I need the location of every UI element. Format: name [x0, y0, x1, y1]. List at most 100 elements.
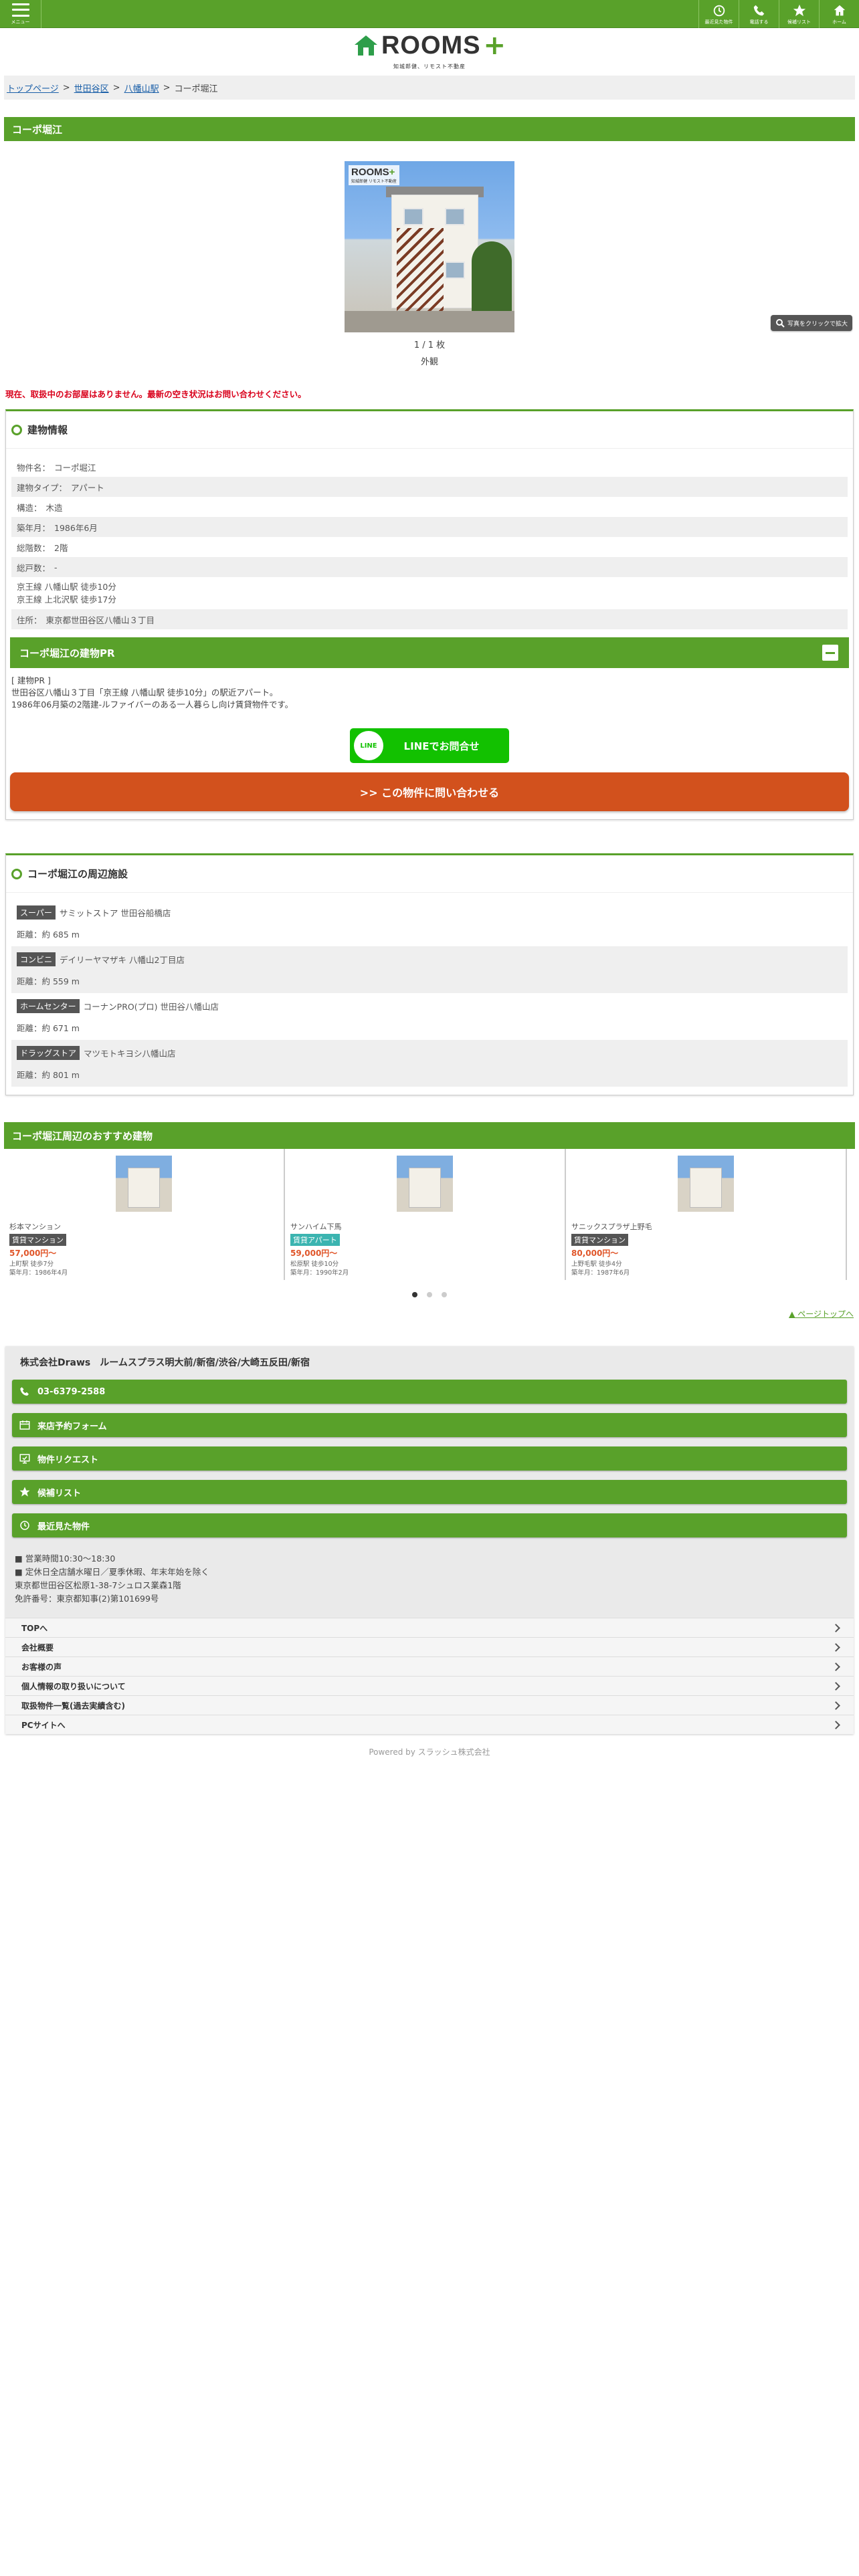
footer-link-pc-site[interactable]: PCサイトへ — [5, 1715, 854, 1734]
info-row-access: 京王線 八幡山駅 徒歩10分 京王線 上北沢駅 徒歩17分 — [11, 577, 848, 609]
footer-link-company[interactable]: 会社概要 — [5, 1637, 854, 1656]
chevron-right-icon — [832, 1624, 840, 1632]
visit-reservation-button[interactable]: 来店予約フォーム — [12, 1413, 847, 1438]
page-top: ▲ ページトップへ — [0, 1308, 854, 1319]
breadcrumb-separator: > — [62, 82, 70, 93]
zoom-label: 写真をクリックで拡大 — [787, 320, 848, 328]
facility-category: ホームセンター — [17, 998, 80, 1013]
line-icon: LINE — [354, 731, 383, 761]
facility-distance: 距離：約 559 m — [17, 976, 80, 986]
carousel-dot[interactable] — [412, 1292, 417, 1298]
calendar-icon — [19, 1420, 30, 1430]
photo-caption: 外観 — [420, 357, 438, 367]
line-contact-label: LINEでお問合せ — [403, 740, 480, 752]
facility-name: デイリーヤマザキ 八幡山2丁目店 — [60, 954, 185, 965]
facility-item: スーパー サミットストア 世田谷船橋店 距離：約 685 m — [11, 899, 848, 946]
recommend-name: 杉本マンション — [9, 1222, 61, 1232]
info-row-units: 総戸数： - — [11, 557, 848, 577]
page-title: コーポ堀江 — [4, 117, 855, 141]
recommend-carousel[interactable]: 杉本マンション 賃貸マンション 57,000円〜 上町駅 徒歩7分 築年月：198… — [4, 1149, 855, 1281]
building-photo[interactable]: ROOMS+ 知城郎健 リモスト不動産 — [345, 161, 514, 332]
recommend-card[interactable]: 杉本マンション 賃貸マンション 57,000円〜 上町駅 徒歩7分 築年月：198… — [4, 1149, 285, 1281]
recommend-price: 59,000円〜 — [290, 1249, 338, 1259]
nearby-facilities-box: コーポ堀江の周辺施設 スーパー サミットストア 世田谷船橋店 距離：約 685 m… — [5, 853, 854, 1096]
recommend-built: 築年月：1990年2月 — [290, 1269, 349, 1277]
home-button[interactable]: ホーム — [819, 0, 859, 28]
availability-notice: 現在、取扱中のお部屋はありません。最新の空き状況はお問い合わせください。 — [5, 389, 306, 399]
favorites-button[interactable]: 候補リスト — [779, 0, 819, 28]
facilities-heading: コーポ堀江の周辺施設 — [27, 868, 128, 881]
facility-item: コンビニ デイリーヤマザキ 八幡山2丁目店 距離：約 559 m — [11, 946, 848, 994]
recent-viewed-label: 最近見た物件 — [704, 19, 733, 25]
footer-links: TOPへ 会社概要 お客様の声 個人情報の取り扱いについて 取扱物件一覧(過去実… — [5, 1618, 854, 1735]
access-line-2: 京王線 上北沢駅 徒歩17分 — [17, 595, 116, 605]
breadcrumb-separator: > — [112, 82, 120, 93]
property-request-button[interactable]: 物件リクエスト — [12, 1446, 847, 1471]
chevron-right-icon — [832, 1682, 840, 1691]
info-row-floors: 総階数： 2階 — [17, 542, 68, 553]
request-icon — [19, 1454, 30, 1464]
history-icon — [20, 1521, 29, 1531]
site-logo[interactable]: ROOMS + 知城郎健、リモスト不動産 — [353, 30, 506, 70]
menu-button[interactable]: メニュー — [0, 0, 41, 28]
recommend-built: 築年月：1987年6月 — [571, 1269, 630, 1277]
menu-label: メニュー — [11, 19, 30, 25]
inquiry-button[interactable]: >> この物件に問い合わせる — [10, 772, 849, 812]
pr-text: [ 建物PR ] 世田谷区八幡山３丁目「京王線 八幡山駅 徒歩10分」の駅近アパ… — [11, 675, 294, 710]
business-info: ■ 営業時間10:30〜18:30 ■ 定休日全店舗水曜日／夏季休暇、年末年始を… — [15, 1553, 209, 1604]
carousel-dot[interactable] — [442, 1292, 447, 1298]
phone-button[interactable]: 03-6379-2588 — [12, 1380, 847, 1404]
chevron-right-icon — [832, 1721, 840, 1729]
facility-item: ホームセンター コーナンPRO(プロ) 世田谷八幡山店 距離：約 671 m — [11, 993, 848, 1040]
line-contact-button[interactable]: LINE LINEでお問合せ — [350, 728, 509, 764]
recommend-name: サンハイム下馬 — [290, 1222, 342, 1232]
recommend-price: 80,000円〜 — [571, 1249, 619, 1259]
favorites-list-button[interactable]: 候補リスト — [12, 1480, 847, 1505]
breadcrumb-ward-link[interactable]: 世田谷区 — [74, 82, 109, 94]
page-top-link[interactable]: ▲ ページトップへ — [789, 1309, 854, 1319]
recent-viewed-button[interactable]: 最近見た物件 — [698, 0, 739, 28]
recently-viewed-button[interactable]: 最近見た物件 — [12, 1513, 847, 1538]
facility-distance: 距離：約 671 m — [17, 1023, 80, 1033]
home-icon — [834, 5, 845, 15]
hamburger-icon — [11, 3, 29, 17]
star-icon — [793, 4, 805, 16]
info-row-name: 物件名： コーポ堀江 — [17, 462, 96, 473]
footer-link-top[interactable]: TOPへ — [5, 1618, 854, 1637]
zoom-photo-button[interactable]: 写真をクリックで拡大 — [771, 315, 852, 331]
recommend-type-badge: 賃貸マンション — [571, 1234, 628, 1247]
collapse-icon[interactable] — [822, 645, 838, 661]
footer-link-properties[interactable]: 取扱物件一覧(過去実績含む) — [5, 1695, 854, 1715]
breadcrumb-home-link[interactable]: トップページ — [7, 82, 59, 94]
recently-viewed-label: 最近見た物件 — [37, 1521, 90, 1532]
star-icon — [19, 1487, 30, 1497]
recommend-built: 築年月：1986年4月 — [9, 1269, 68, 1277]
facility-name: コーナンPRO(プロ) 世田谷八幡山店 — [83, 1001, 219, 1012]
company-name: 株式会社Draws ルームスプラス明大前/新宿/渋谷/大崎五反田/新宿 — [20, 1358, 310, 1369]
facility-name: マツモトキヨシ八幡山店 — [84, 1048, 176, 1059]
facility-category: コンビニ — [17, 952, 56, 966]
facility-name: サミットストア 世田谷船橋店 — [59, 907, 171, 918]
logo-word: ROOMS — [381, 31, 481, 60]
footer: 株式会社Draws ルームスプラス明大前/新宿/渋谷/大崎五反田/新宿 03-6… — [5, 1346, 854, 1735]
carousel-dot[interactable] — [427, 1292, 432, 1298]
footer-link-reviews[interactable]: お客様の声 — [5, 1656, 854, 1676]
call-button[interactable]: 電話する — [739, 0, 779, 28]
footer-link-privacy[interactable]: 個人情報の取り扱いについて — [5, 1676, 854, 1695]
recommend-card[interactable]: サニックスプラザ上野毛 賃貸マンション 80,000円〜 上野毛駅 徒歩4分 築年… — [566, 1149, 847, 1281]
pr-accordion-header[interactable]: コーポ堀江の建物PR — [10, 637, 849, 668]
phone-number: 03-6379-2588 — [37, 1386, 106, 1397]
history-icon — [713, 5, 725, 16]
photo-count: 1 / 1 枚 — [413, 340, 446, 350]
property-request-label: 物件リクエスト — [37, 1455, 99, 1465]
favorites-label: 候補リスト — [787, 19, 811, 25]
recommend-card[interactable]: サンハイム下馬 賃貸アパート 59,000円〜 松原駅 徒歩10分 築年月：199… — [285, 1149, 566, 1281]
chevron-right-icon — [832, 1662, 840, 1671]
pr-heading: コーポ堀江の建物PR — [19, 647, 115, 659]
facility-item: ドラッグストア マツモトキヨシ八幡山店 距離：約 801 m — [11, 1040, 848, 1087]
info-row-built: 築年月： 1986年6月 — [11, 517, 848, 537]
building-info-box: 建物情報 物件名： コーポ堀江 建物タイプ： アパート 構造： 木造 築年月： 1986… — [5, 409, 854, 821]
recommend-type-badge: 賃貸マンション — [9, 1234, 66, 1247]
breadcrumb-station-link[interactable]: 八幡山駅 — [124, 82, 159, 94]
circle-icon — [11, 868, 22, 879]
